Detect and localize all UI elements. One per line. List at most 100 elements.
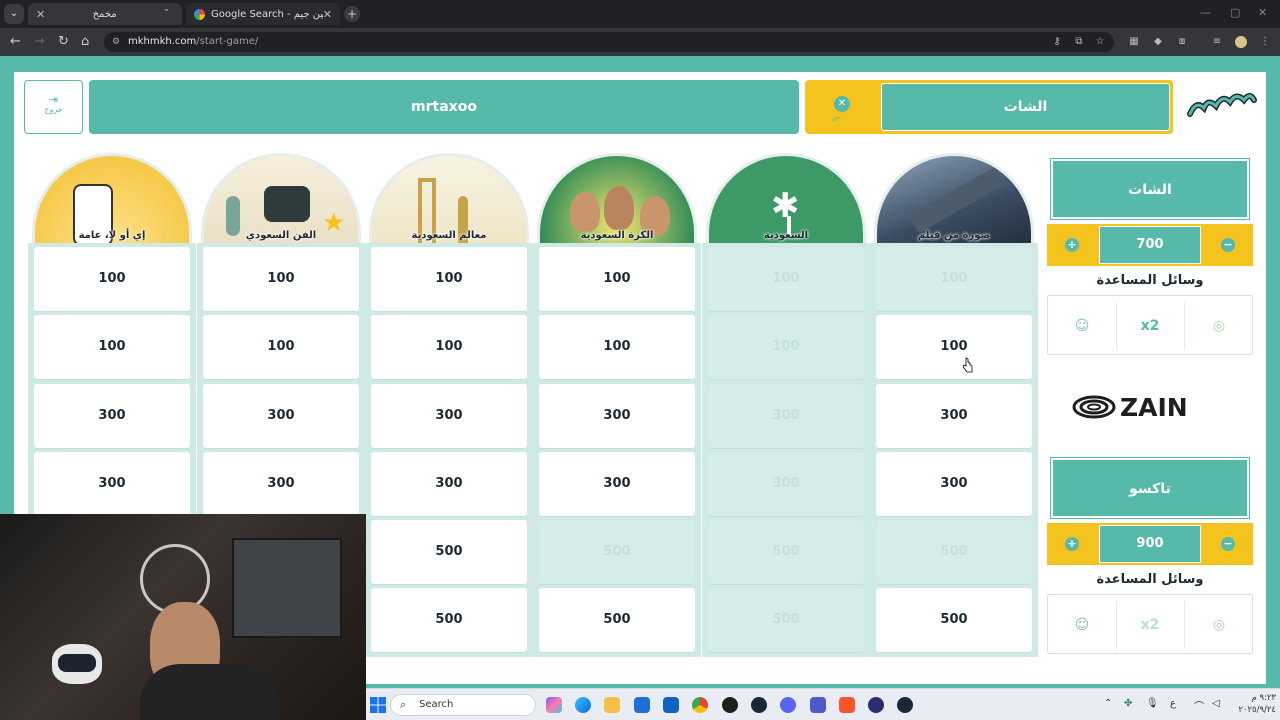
edge-icon[interactable] [575,697,591,713]
brave-icon[interactable] [839,697,855,713]
question-tile[interactable]: 300 [371,384,527,448]
windows-start-icon[interactable] [370,697,386,713]
tab-google-search[interactable]: Google Search - سين جيم ✕ [186,3,340,25]
search-icon: ⌕ [400,698,407,711]
question-tile[interactable]: 300 [371,452,527,516]
minimize-icon[interactable]: — [1200,6,1211,19]
file-explorer-icon[interactable] [604,697,620,713]
extension-icon[interactable]: ◆ [1152,36,1164,48]
plus-icon[interactable]: + [1065,537,1079,551]
app-icon[interactable] [722,697,738,713]
store-icon[interactable] [634,697,650,713]
question-tile[interactable]: 300 [203,452,359,516]
close-icon[interactable]: ✕ [36,8,45,21]
minus-icon[interactable]: − [1221,537,1235,551]
steam-icon[interactable] [751,697,767,713]
question-tile[interactable]: 100 [539,247,695,311]
copilot-icon[interactable] [546,697,562,713]
question-tile[interactable]: 500 [371,588,527,652]
maximize-icon[interactable]: ▢ [1230,6,1240,19]
question-tile[interactable]: 300 [876,452,1032,516]
profile-avatar[interactable] [1235,36,1247,48]
player-illustration [604,186,634,230]
question-tile[interactable]: 500 [539,588,695,652]
help-tools: ☺ x2 ◎ [1047,295,1253,355]
question-tile: 500 [539,520,695,584]
windows-taskbar: ⌕ Search ⌃ ✤ 🎙 ع ⌒ ◁ ٩:٢٣ م ٢٠٢٥/٩/٢٤ [366,688,1280,720]
question-tile[interactable]: 300 [34,452,190,516]
reading-list-icon[interactable]: ≡ [1211,36,1223,48]
browser-tab-bar: ⌄ ✕ مخمخ ˘ Google Search - سين جيم ✕ + —… [0,0,1280,28]
double-points-icon[interactable]: x2 [1140,615,1160,635]
call-friend-icon[interactable]: ☺ [1072,615,1092,635]
back-icon[interactable]: ← [10,34,21,49]
home-icon[interactable]: ⌂ [81,34,89,49]
exit-button[interactable]: ⇥ خروج [24,80,83,134]
close-icon[interactable]: ✕ [323,8,332,21]
window-close-icon[interactable]: ✕ [1258,6,1267,19]
question-tile[interactable]: 300 [876,384,1032,448]
ship-illustration [908,166,1006,234]
question-tile[interactable]: 300 [34,384,190,448]
question-tile[interactable]: 100 [539,315,695,379]
tab-active[interactable]: ✕ مخمخ ˘ [28,3,182,25]
score-row: + 900 − [1047,523,1253,565]
forward-icon[interactable]: → [34,34,45,49]
question-tile[interactable]: 100 [371,315,527,379]
question-tile[interactable]: 500 [876,588,1032,652]
puzzle-icon[interactable]: ⧆ [1176,36,1188,48]
category-label: معالم السعودية [411,230,487,241]
steam-icon[interactable] [897,697,913,713]
obs-icon[interactable] [868,697,884,713]
question-tile[interactable]: 100 [203,315,359,379]
tab-search-icon[interactable]: ⌄ [4,4,24,24]
cast-icon[interactable]: ⧉ [1073,36,1085,48]
language-indicator[interactable]: ع [1170,698,1176,709]
url-host: mkhmkh.com [128,36,197,47]
outlook-icon[interactable] [663,697,679,713]
site-info-icon[interactable]: ⚙ [112,32,120,52]
robot-visor [58,654,96,672]
question-tile[interactable]: 300 [203,384,359,448]
question-tile[interactable]: 300 [539,384,695,448]
plus-icon[interactable]: + [1065,238,1079,252]
extension-icon[interactable]: ▦ [1128,36,1140,48]
exit-label: خروج [44,105,63,114]
current-team-name: الشات [881,83,1170,131]
category-label: إي أو لا، عامة [78,230,146,241]
address-bar[interactable]: ⚙ mkhmkh.com/start-game/ [104,32,1114,52]
question-tile[interactable]: 300 [539,452,695,516]
discord-icon[interactable] [780,697,796,713]
call-friend-icon[interactable]: ☺ [1072,316,1092,336]
new-tab-button[interactable]: + [344,6,360,22]
sponsor-name: ZAIN [1120,393,1188,422]
system-clock[interactable]: ٩:٢٣ م ٢٠٢٥/٩/٢٤ [1232,692,1276,716]
question-tile[interactable]: 100 [203,247,359,311]
question-tile[interactable]: 100 [34,247,190,311]
clock-date: ٢٠٢٥/٩/٢٤ [1238,705,1276,715]
question-tile[interactable]: 100 [371,247,527,311]
tray-chevron-icon[interactable]: ⌃ [1104,698,1112,709]
question-tile[interactable]: 500 [371,520,527,584]
volume-icon[interactable]: ◁ [1212,698,1220,709]
mouse-cursor-icon [962,357,973,373]
taskbar-search-input[interactable]: ⌕ Search [390,694,536,716]
help-title: وسائل المساعدة [1096,572,1204,587]
minus-icon[interactable]: − [1221,238,1235,252]
turn-switch-icon[interactable]: ✕ [834,96,850,112]
tray-app-icon[interactable]: ✤ [1124,698,1132,709]
bookmark-star-icon[interactable]: ☆ [1094,36,1106,48]
menu-icon[interactable]: ⋮ [1259,36,1271,48]
question-tile[interactable]: 100 [876,315,1032,379]
microphone-icon[interactable]: 🎙 [1146,698,1159,709]
wifi-icon[interactable]: ⌒ [1194,698,1204,713]
timer-icon[interactable]: ◎ [1209,615,1229,635]
chrome-icon[interactable] [692,697,708,713]
question-tile[interactable]: 100 [34,315,190,379]
double-points-icon[interactable]: x2 [1140,316,1160,336]
reload-icon[interactable]: ↻ [58,34,69,49]
password-key-icon[interactable]: ⚷ [1051,36,1063,48]
category-label: صورة من فيلم [917,230,991,241]
timer-icon[interactable]: ◎ [1209,316,1229,336]
teams-icon[interactable] [810,697,826,713]
